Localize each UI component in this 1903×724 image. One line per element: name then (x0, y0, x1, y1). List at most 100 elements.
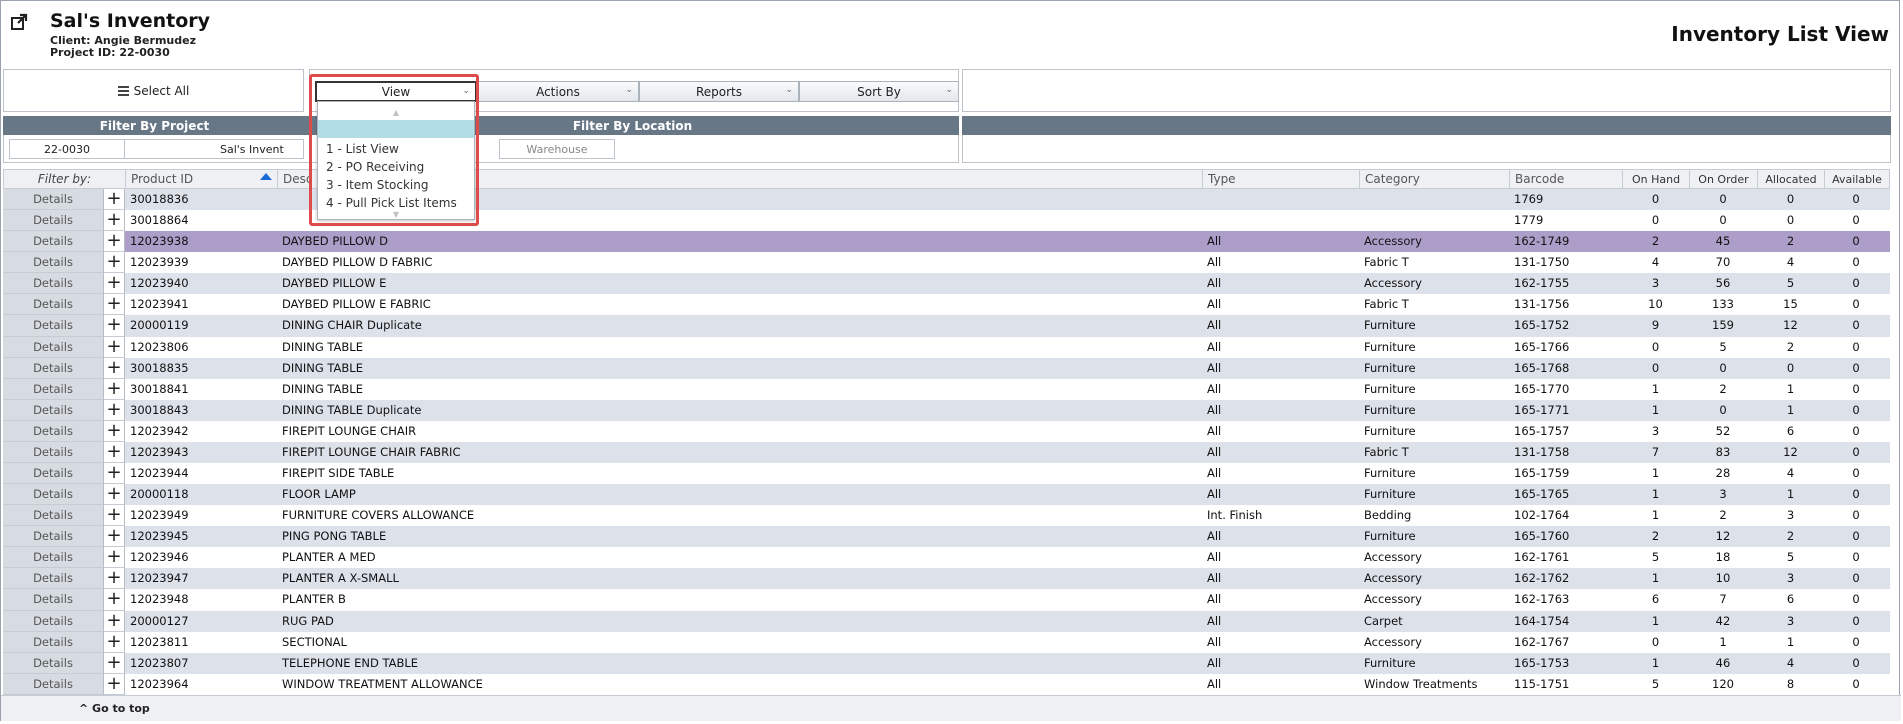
reports-menu-button[interactable]: Reports ⌄ (639, 81, 799, 102)
expand-plus-icon[interactable]: + (104, 420, 125, 442)
col-category[interactable]: Category (1360, 170, 1510, 189)
details-button[interactable]: Details (3, 505, 104, 527)
table-row[interactable]: Details +12023945 PING PONG TABLE All Furnit… (3, 526, 1890, 548)
expand-plus-icon[interactable]: + (104, 315, 125, 337)
expand-plus-icon[interactable]: + (104, 610, 125, 632)
col-on-order[interactable]: On Order (1690, 170, 1758, 189)
table-row[interactable]: Details +12023941 DAYBED PILLOW E FABRIC Al… (3, 294, 1890, 316)
details-button[interactable]: Details (3, 357, 104, 379)
table-row[interactable]: Details +20000127 RUG PAD All Carpet 164-1754… (3, 610, 1890, 632)
select-all-button[interactable]: Select All (3, 69, 304, 112)
table-row[interactable]: Details +12023946 PLANTER A MED All Accessor… (3, 547, 1890, 569)
details-button[interactable]: Details (3, 652, 104, 674)
expand-plus-icon[interactable]: + (104, 652, 125, 674)
table-row[interactable]: Details +12023947 PLANTER A X-SMALL All Acce… (3, 568, 1890, 590)
details-button[interactable]: Details (3, 189, 104, 211)
col-allocated[interactable]: Allocated (1758, 170, 1825, 189)
details-button[interactable]: Details (3, 484, 104, 506)
actions-menu-button[interactable]: Actions ⌄ (477, 81, 639, 102)
table-row[interactable]: Details +12023939 DAYBED PILLOW D FABRIC Al… (3, 252, 1890, 274)
expand-plus-icon[interactable]: + (104, 357, 125, 379)
details-button[interactable]: Details (3, 315, 104, 337)
view-option-item-stocking[interactable]: 3 - Item Stocking (318, 176, 474, 194)
view-option-list-view[interactable]: 1 - List View (318, 140, 474, 158)
expand-plus-icon[interactable]: + (104, 568, 125, 590)
expand-plus-icon[interactable]: + (104, 484, 125, 506)
cell-allocated: 1 (1786, 402, 1795, 417)
chevron-down-icon: ⌄ (945, 85, 953, 95)
external-link-icon[interactable] (10, 13, 28, 31)
cell-on-order: 45 (1715, 234, 1731, 249)
details-button[interactable]: Details (3, 526, 104, 548)
table-row[interactable]: Details +20000119 DINING CHAIR Duplicate Al… (3, 315, 1890, 337)
expand-plus-icon[interactable]: + (104, 210, 125, 232)
details-button[interactable]: Details (3, 420, 104, 442)
col-available[interactable]: Available (1825, 170, 1889, 189)
details-button[interactable]: Details (3, 610, 104, 632)
expand-plus-icon[interactable]: + (104, 631, 125, 653)
details-button[interactable]: Details (3, 336, 104, 358)
expand-plus-icon[interactable]: + (104, 273, 125, 295)
table-row[interactable]: Details +30018864 1779 0 0 0 0 (3, 210, 1890, 232)
table-row[interactable]: Details +12023806 DINING TABLE All Furniture… (3, 336, 1890, 358)
details-button[interactable]: Details (3, 568, 104, 590)
col-product-id[interactable]: Product ID (126, 170, 278, 189)
details-button[interactable]: Details (3, 547, 104, 569)
cell-available: 0 (1852, 381, 1860, 396)
expand-plus-icon[interactable]: + (104, 589, 125, 611)
expand-plus-icon[interactable]: + (104, 188, 125, 211)
expand-plus-icon[interactable]: + (104, 399, 125, 421)
details-button[interactable]: Details (3, 231, 104, 253)
expand-plus-icon[interactable]: + (104, 547, 125, 569)
col-type[interactable]: Type (1203, 170, 1360, 189)
view-menu-button[interactable]: View ⌄ (315, 81, 477, 102)
go-to-top-link[interactable]: ^ Go to top (79, 702, 150, 715)
table-row[interactable]: Details +12023807 TELEPHONE END TABLE All Fu… (3, 652, 1890, 674)
details-button[interactable]: Details (3, 294, 104, 316)
table-row[interactable]: Details +30018835 DINING TABLE All Furniture… (3, 357, 1890, 379)
table-row[interactable]: Details +20000118 FLOOR LAMP All Furniture 16… (3, 484, 1890, 506)
table-row[interactable]: Details +12023948 PLANTER B All Accessory 162… (3, 589, 1890, 611)
table-row[interactable]: Details +30018836 1769 0 0 0 0 (3, 188, 1890, 211)
col-on-hand[interactable]: On Hand (1623, 170, 1690, 189)
location-field[interactable]: Warehouse (499, 139, 615, 159)
scroll-down-icon[interactable]: ▼ (318, 210, 474, 219)
expand-plus-icon[interactable]: + (104, 252, 125, 274)
expand-plus-icon[interactable]: + (104, 526, 125, 548)
details-button[interactable]: Details (3, 631, 104, 653)
details-button[interactable]: Details (3, 589, 104, 611)
details-button[interactable]: Details (3, 673, 104, 695)
table-row[interactable]: Details +12023811 SECTIONAL All Accessory 162… (3, 631, 1890, 653)
details-button[interactable]: Details (3, 399, 104, 421)
details-button[interactable]: Details (3, 441, 104, 464)
details-button[interactable]: Details (3, 273, 104, 295)
table-row[interactable]: Details +12023942 FIREPIT LOUNGE CHAIR All F… (3, 420, 1890, 442)
details-button[interactable]: Details (3, 378, 104, 400)
expand-plus-icon[interactable]: + (104, 462, 125, 485)
expand-plus-icon[interactable]: + (104, 378, 125, 400)
table-row[interactable]: Details +30018843 DINING TABLE Duplicate Al… (3, 399, 1890, 421)
view-option-po-receiving[interactable]: 2 - PO Receiving (318, 158, 474, 176)
expand-plus-icon[interactable]: + (104, 231, 125, 253)
table-row[interactable]: Details +12023944 FIREPIT SIDE TABLE All Fur… (3, 462, 1890, 485)
table-row[interactable]: Details +12023943 FIREPIT LOUNGE CHAIR FAB… (3, 441, 1890, 464)
table-row[interactable]: Details +12023940 DAYBED PILLOW E All Access… (3, 273, 1890, 295)
sortby-menu-button[interactable]: Sort By ⌄ (799, 81, 959, 102)
details-button[interactable]: Details (3, 463, 104, 485)
table-row[interactable]: Details +12023949 FURNITURE COVERS ALLOWAN… (3, 505, 1890, 527)
details-button[interactable]: Details (3, 210, 104, 232)
table-row[interactable]: Details +30018841 DINING TABLE All Furniture… (3, 378, 1890, 400)
expand-plus-icon[interactable]: + (104, 441, 125, 464)
table-row[interactable]: Details +12023964 WINDOW TREATMENT ALLOWAN… (3, 673, 1890, 695)
details-button[interactable]: Details (3, 252, 104, 274)
col-barcode[interactable]: Barcode (1510, 170, 1623, 189)
expand-plus-icon[interactable]: + (104, 336, 125, 358)
project-id-field[interactable]: 22-0030 (9, 139, 125, 159)
project-name-field[interactable]: Sal's Invent (124, 139, 304, 159)
view-option-blank[interactable] (318, 120, 474, 138)
expand-plus-icon[interactable]: + (104, 673, 125, 695)
expand-plus-icon[interactable]: + (104, 505, 125, 527)
scroll-up-icon[interactable]: ▲ (318, 108, 474, 117)
table-row[interactable]: Details +12023938 DAYBED PILLOW D All Access… (3, 231, 1890, 253)
expand-plus-icon[interactable]: + (104, 294, 125, 316)
